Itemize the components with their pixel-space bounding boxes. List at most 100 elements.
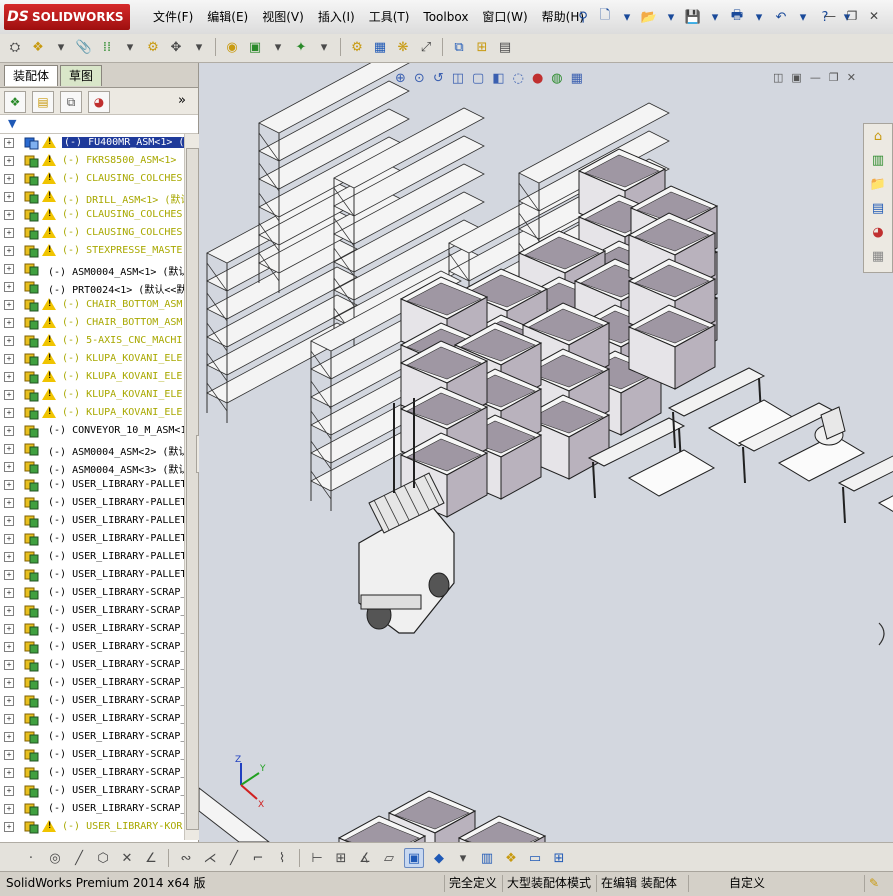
close-icon[interactable]: ✕ — [866, 8, 882, 24]
tree-item[interactable]: + (-) USER_LIBRARY-PALLET — [0, 548, 184, 566]
apply-scene-icon[interactable]: ◍ — [551, 71, 562, 86]
expand-toggle-icon[interactable]: + — [4, 336, 14, 346]
print-icon[interactable]: 🖶 — [728, 8, 746, 26]
expand-toggle-icon[interactable]: + — [4, 300, 14, 310]
tree-item[interactable]: + (-) USER_LIBRARY-SCRAP_ — [0, 656, 184, 674]
dropdown-icon[interactable]: ▾ — [662, 8, 680, 26]
tree-item[interactable]: + (-) CLAUSING_COLCHES — [0, 170, 184, 188]
smart-dimension-icon[interactable]: ⊢ — [308, 849, 326, 867]
clearance-verification-icon[interactable]: ⊞ — [473, 38, 491, 56]
tree-scrollbar[interactable] — [184, 134, 199, 840]
single-view-icon[interactable]: ▭ — [526, 849, 544, 867]
extend-icon[interactable]: ∠ — [142, 849, 160, 867]
expand-toggle-icon[interactable]: + — [4, 714, 14, 724]
move-component-icon[interactable]: ✥ — [167, 38, 185, 56]
expand-toggle-icon[interactable]: + — [4, 768, 14, 778]
dropdown-icon[interactable]: ▾ — [190, 38, 208, 56]
appearances-icon[interactable]: ◕ — [867, 222, 889, 244]
expand-toggle-icon[interactable]: + — [4, 390, 14, 400]
tree-item[interactable]: + (-) USER_LIBRARY-PALLET — [0, 512, 184, 530]
bill-of-materials-icon[interactable]: ▦ — [371, 38, 389, 56]
minimize-icon[interactable]: — — [822, 8, 838, 24]
scrollbar-thumb[interactable] — [186, 148, 199, 830]
edit-appearance-icon[interactable]: ● — [532, 71, 543, 86]
edit-component-icon[interactable]: ⛭ — [6, 38, 24, 56]
tree-item[interactable]: + (-) ASM0004_ASM<1> (默认 — [0, 260, 184, 278]
save-icon[interactable]: 💾 — [684, 8, 702, 26]
expand-toggle-icon[interactable]: + — [4, 354, 14, 364]
view-palette-icon[interactable]: ▤ — [867, 198, 889, 220]
new-document-icon[interactable]: 🗋 — [596, 8, 614, 26]
tree-item[interactable]: + (-) DRILL_ASM<1> (默认< — [0, 188, 184, 206]
3d-sketch-icon[interactable]: ▱ — [380, 849, 398, 867]
tree-item[interactable]: + (-) USER_LIBRARY-PALLET — [0, 494, 184, 512]
tree-item[interactable]: + (-) USER_LIBRARY-SCRAP_ — [0, 728, 184, 746]
expand-toggle-icon[interactable]: + — [4, 660, 14, 670]
tree-item[interactable]: + (-) USER_LIBRARY-KOR — [0, 818, 184, 836]
expand-toggle-icon[interactable]: + — [4, 192, 14, 202]
expand-toggle-icon[interactable]: + — [4, 426, 14, 436]
tree-item[interactable]: + (-) ASM0004_ASM<3> (默认 — [0, 458, 184, 476]
grid-icon[interactable]: ⊞ — [332, 849, 350, 867]
tree-item[interactable]: + (-) CLAUSING_COLCHES — [0, 206, 184, 224]
expand-toggle-icon[interactable]: + — [4, 246, 14, 256]
pin-icon[interactable]: ⚲ — [574, 8, 592, 26]
dropdown-icon[interactable]: ▾ — [269, 38, 287, 56]
expand-panel-icon[interactable]: » — [178, 93, 186, 108]
tree-item[interactable]: + (-) KLUPA_KOVANI_ELE — [0, 350, 184, 368]
undo-icon[interactable]: ↶ — [772, 8, 790, 26]
viewport-minimize-icon[interactable]: — — [810, 71, 821, 84]
expand-toggle-icon[interactable]: + — [4, 804, 14, 814]
menu-tools[interactable]: 工具(T) — [362, 0, 417, 34]
zoom-to-area-icon[interactable]: ⊙ — [414, 71, 425, 86]
trim-icon[interactable]: ✕ — [118, 849, 136, 867]
tab-assembly[interactable]: 装配体 — [4, 65, 59, 86]
insert-component-icon[interactable]: ❖ — [29, 38, 47, 56]
polygon-icon[interactable]: ⬡ — [94, 849, 112, 867]
dropdown-icon[interactable]: ▾ — [706, 8, 724, 26]
custom-properties-icon[interactable]: ▦ — [867, 246, 889, 268]
tree-item[interactable]: + (-) USER_LIBRARY-SCRAP_ — [0, 692, 184, 710]
restore-icon[interactable]: ❐ — [844, 8, 860, 24]
display-style-icon[interactable]: ◧ — [492, 71, 504, 86]
spline-icon[interactable]: ⌇ — [273, 849, 291, 867]
tree-item[interactable]: + (-) FKRS8500_ASM<1> — [0, 152, 184, 170]
property-manager-icon[interactable]: ▤ — [32, 91, 54, 113]
dropdown-icon[interactable]: ▾ — [52, 38, 70, 56]
tree-item[interactable]: + (-) USER_LIBRARY-PALLET — [0, 476, 184, 494]
point-icon[interactable]: · — [22, 849, 40, 867]
tree-item[interactable]: + (-) USER_LIBRARY-SCRAP_ — [0, 602, 184, 620]
line-icon[interactable]: ╱ — [70, 849, 88, 867]
corner-rectangle-icon[interactable]: ⌐ — [249, 849, 267, 867]
expand-toggle-icon[interactable]: + — [4, 318, 14, 328]
viewport-close-icon[interactable]: ✕ — [847, 71, 856, 84]
centerline-icon[interactable]: ╱ — [225, 849, 243, 867]
open-folder-icon[interactable]: 📂 — [640, 8, 658, 26]
viewport-tile-icon[interactable]: ◫ — [773, 71, 783, 84]
offset-icon[interactable]: ∾ — [177, 849, 195, 867]
dropdown-icon[interactable]: ▾ — [454, 849, 472, 867]
expand-toggle-icon[interactable]: + — [4, 498, 14, 508]
tree-item[interactable]: + (-) CHAIR_BOTTOM_ASM — [0, 296, 184, 314]
expand-toggle-icon[interactable]: + — [4, 786, 14, 796]
previous-view-icon[interactable]: ↺ — [433, 71, 444, 86]
dropdown-icon[interactable]: ▾ — [750, 8, 768, 26]
shaded-display-icon[interactable]: ◆ — [430, 849, 448, 867]
tree-item[interactable]: + (-) USER_LIBRARY-SCRAP_ — [0, 674, 184, 692]
expand-toggle-icon[interactable]: + — [4, 462, 14, 472]
explode-line-sketch-icon[interactable]: ⤢ — [417, 38, 435, 56]
menu-view[interactable]: 视图(V) — [255, 0, 311, 34]
exploded-view-icon[interactable]: ❋ — [394, 38, 412, 56]
feature-manager-tree-icon[interactable]: ❖ — [4, 91, 26, 113]
tree-item[interactable]: + (-) USER_LIBRARY-SCRAP_ — [0, 584, 184, 602]
angle-icon[interactable]: ∡ — [356, 849, 374, 867]
expand-toggle-icon[interactable]: + — [4, 678, 14, 688]
circle-icon[interactable]: ◎ — [46, 849, 64, 867]
expand-toggle-icon[interactable]: + — [4, 570, 14, 580]
expand-toggle-icon[interactable]: + — [4, 534, 14, 544]
tree-item[interactable]: + (-) PRT0024<1> (默认<<默 — [0, 278, 184, 296]
view-component-icon[interactable]: ❖ — [502, 849, 520, 867]
hide-show-icon[interactable]: ◌ — [513, 71, 524, 86]
dropdown-icon[interactable]: ▾ — [121, 38, 139, 56]
section-view-icon[interactable]: ◫ — [452, 71, 464, 86]
